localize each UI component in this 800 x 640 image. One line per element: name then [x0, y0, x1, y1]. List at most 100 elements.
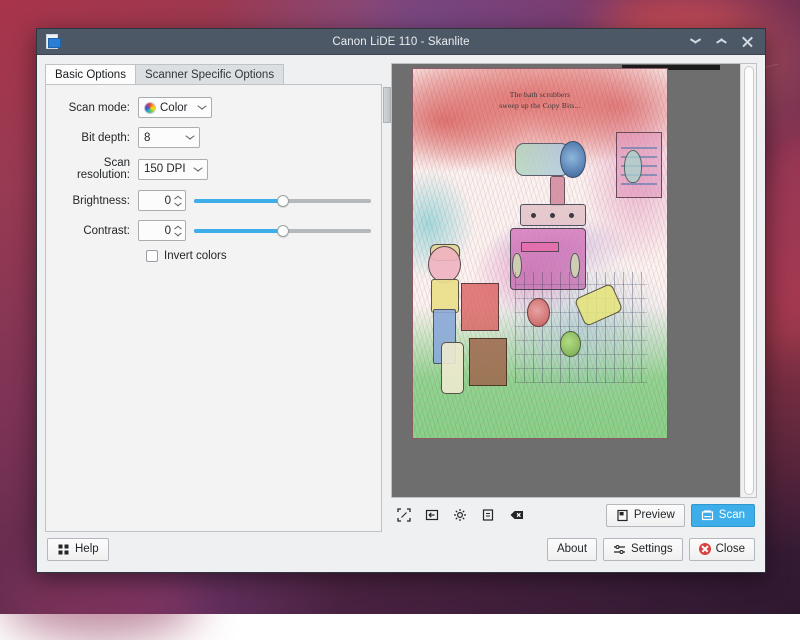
contrast-slider[interactable] — [194, 220, 371, 241]
drawing-kid-shirt — [431, 279, 459, 312]
contrast-spinbox[interactable]: 0 — [138, 220, 186, 241]
drawing-brown-box — [469, 338, 507, 386]
preview-vertical-scrollbar[interactable] — [740, 64, 756, 497]
close-circle-icon — [699, 543, 711, 555]
help-button-label: Help — [75, 543, 99, 555]
slider-fill — [194, 229, 283, 233]
field-brightness: Brightness: 0 — [50, 190, 371, 211]
scanner-app-icon — [46, 34, 62, 50]
settings-button[interactable]: Settings — [603, 538, 683, 561]
spinner-arrows-icon[interactable] — [174, 194, 182, 208]
bit-depth-combobox[interactable]: 8 — [138, 127, 200, 148]
options-pane: Basic Options Scanner Specific Options S… — [45, 63, 382, 532]
preview-frame: The bath scrubbers sweep up the Copy Bit… — [391, 63, 757, 498]
skanlite-window: Canon LiDE 110 - Skanlite Basic Options … — [36, 28, 766, 573]
brightness-slider[interactable] — [194, 190, 371, 211]
tabbar: Basic Options Scanner Specific Options — [45, 63, 382, 85]
scan-resolution-value: 150 DPI — [144, 163, 186, 175]
clear-selection-icon[interactable] — [505, 504, 527, 526]
tab-basic-options[interactable]: Basic Options — [45, 64, 136, 85]
field-contrast: Contrast: 0 — [50, 220, 371, 241]
basic-options-panel: Scan mode: Color Bit depth: — [45, 84, 382, 532]
tab-label: Scanner Specific Options — [145, 69, 274, 81]
drawing-kid-head — [428, 246, 461, 283]
minimize-button[interactable] — [689, 35, 703, 49]
window-controls — [689, 35, 765, 49]
drawing-machinery-lines — [515, 272, 647, 383]
window-bottom-bar: Help About Settings — [37, 532, 765, 572]
slider-handle[interactable] — [277, 225, 289, 237]
slider-handle[interactable] — [277, 195, 289, 207]
scan-button[interactable]: Scan — [691, 504, 755, 527]
zoom-fit-image-icon[interactable] — [421, 504, 443, 526]
drawing-neck — [550, 176, 565, 206]
preview-action-buttons: Preview Scan — [606, 504, 755, 527]
brightness-spinbox[interactable]: 0 — [138, 190, 186, 211]
field-scan-resolution: Scan resolution: 150 DPI — [50, 157, 371, 181]
invert-colors-label: Invert colors — [164, 250, 227, 262]
splitter-grip[interactable] — [383, 87, 391, 123]
zoom-original-icon[interactable] — [477, 504, 499, 526]
chevron-down-icon — [193, 165, 203, 174]
field-bit-depth: Bit depth: 8 — [50, 127, 371, 148]
contrast-value: 0 — [143, 225, 174, 237]
drawing-hatch — [624, 150, 642, 183]
scan-button-label: Scan — [719, 509, 745, 521]
chevron-down-icon — [690, 38, 701, 45]
window-title: Canon LiDE 110 - Skanlite — [37, 36, 765, 48]
bottom-right-buttons: About Settings Close — [547, 538, 755, 561]
preview-toolbar: Preview Scan — [391, 498, 757, 532]
help-grid-icon — [57, 543, 70, 556]
scan-mode-value: Color — [160, 102, 187, 114]
contrast-label: Contrast: — [50, 225, 138, 237]
scan-resolution-label: Scan resolution: — [50, 157, 138, 181]
preview-button-label: Preview — [634, 509, 675, 521]
zoom-fit-best-icon[interactable] — [449, 504, 471, 526]
scrollbar-thumb[interactable] — [744, 66, 754, 495]
chevron-down-icon — [185, 133, 195, 142]
invert-colors-checkbox[interactable] — [146, 250, 158, 262]
close-button[interactable]: Close — [689, 538, 755, 561]
preview-pane: The bath scrubbers sweep up the Copy Bit… — [391, 63, 757, 532]
window-titlebar[interactable]: Canon LiDE 110 - Skanlite — [37, 29, 765, 55]
help-button[interactable]: Help — [47, 538, 109, 561]
scan-mode-combobox[interactable]: Color — [138, 97, 212, 118]
settings-button-label: Settings — [631, 543, 673, 555]
zoom-fit-selection-icon[interactable] — [393, 504, 415, 526]
chevron-up-icon — [716, 38, 727, 45]
close-button-label: Close — [716, 543, 745, 555]
color-wheel-icon — [144, 102, 156, 114]
preview-canvas[interactable]: The bath scrubbers sweep up the Copy Bit… — [392, 64, 740, 497]
brightness-label: Brightness: — [50, 195, 138, 207]
close-window-button[interactable] — [741, 35, 755, 49]
about-button-label: About — [557, 543, 587, 555]
window-body: Basic Options Scanner Specific Options S… — [37, 55, 765, 572]
preview-button[interactable]: Preview — [606, 504, 685, 527]
settings-sliders-icon — [613, 543, 626, 556]
scanned-preview-image[interactable]: The bath scrubbers sweep up the Copy Bit… — [412, 68, 668, 439]
drawing-roller — [441, 342, 464, 394]
drawing-caption: The bath scrubbers sweep up the Copy Bit… — [413, 89, 667, 111]
drawing-head-bar — [520, 204, 586, 226]
pane-splitter[interactable] — [382, 63, 391, 532]
maximize-button[interactable] — [715, 35, 729, 49]
brightness-value: 0 — [143, 195, 174, 207]
drawing-red-box — [461, 283, 499, 331]
scanner-icon — [701, 509, 714, 522]
scan-resolution-combobox[interactable]: 150 DPI — [138, 159, 208, 180]
bit-depth-label: Bit depth: — [50, 132, 138, 144]
field-invert-colors[interactable]: Invert colors — [146, 250, 371, 262]
spinner-arrows-icon[interactable] — [174, 224, 182, 238]
main-content-row: Basic Options Scanner Specific Options S… — [37, 55, 765, 532]
chevron-down-icon — [197, 103, 207, 112]
preview-document-icon — [616, 509, 629, 522]
field-scan-mode: Scan mode: Color — [50, 97, 371, 118]
bit-depth-value: 8 — [144, 132, 150, 144]
scan-mode-label: Scan mode: — [50, 102, 138, 114]
tab-label: Basic Options — [55, 69, 126, 81]
slider-fill — [194, 199, 283, 203]
tab-scanner-specific-options[interactable]: Scanner Specific Options — [135, 64, 284, 85]
about-button[interactable]: About — [547, 538, 597, 561]
drawing-green-ball — [560, 331, 580, 357]
drawing-lens — [560, 141, 585, 178]
